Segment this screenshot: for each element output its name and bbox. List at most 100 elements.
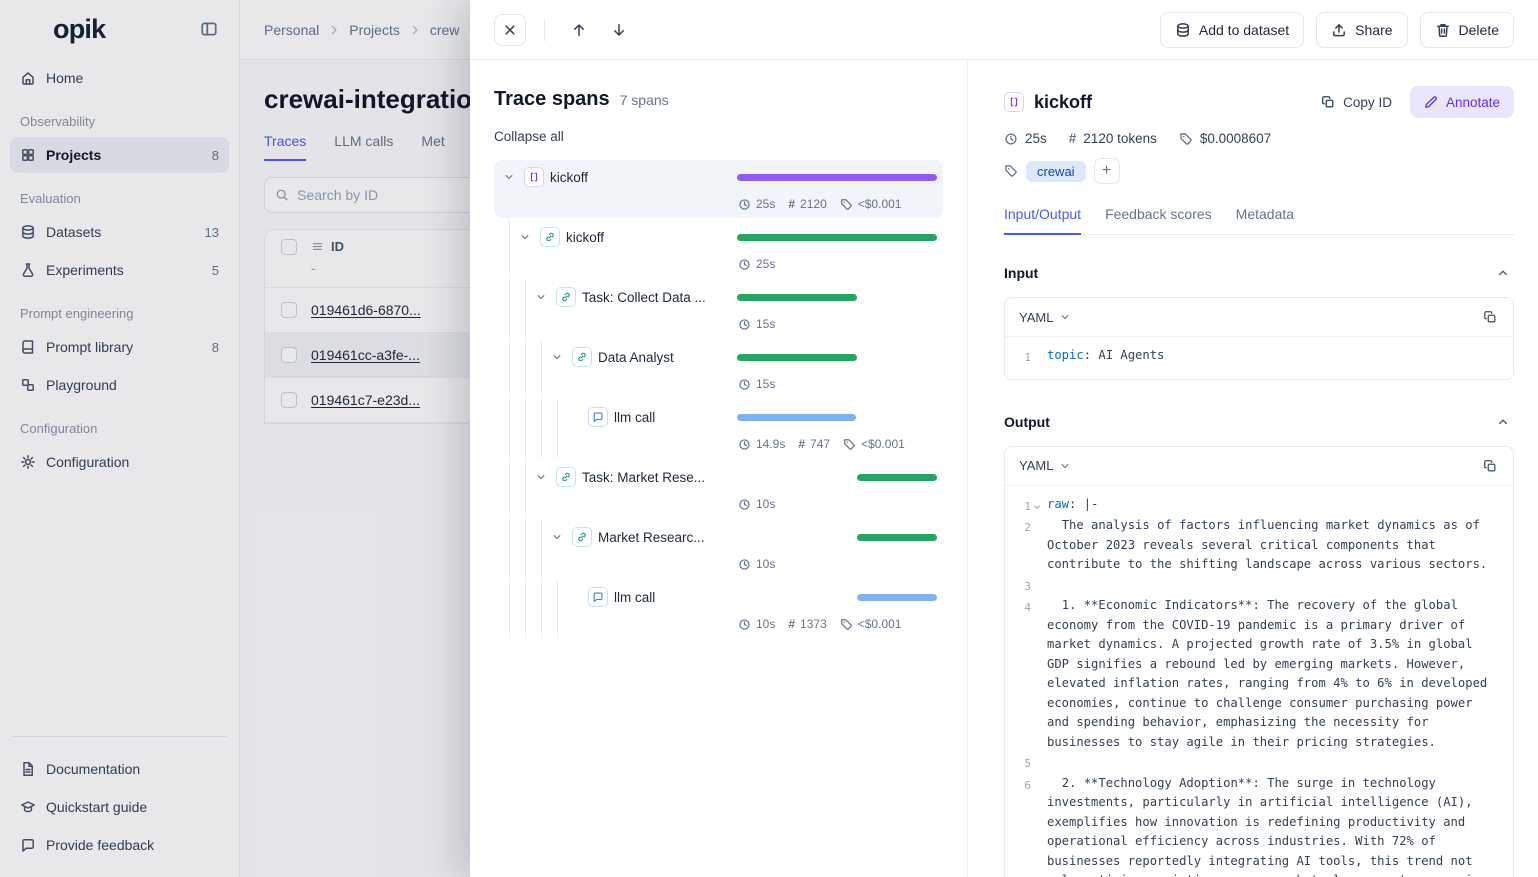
arrow-up-icon <box>571 22 587 38</box>
span-name: Market Researc... <box>598 530 731 545</box>
drawer-toolbar: Add to dataset Share Delete <box>470 0 1538 60</box>
span-timeline <box>737 354 937 361</box>
duration-bar <box>737 234 937 241</box>
code-line: 6 2. **Technology Adoption**: The surge … <box>1015 774 1499 877</box>
output-code-block: YAML 1 raw: |- <box>1004 446 1514 877</box>
span-row[interactable]: llm call 10s #1373 <$0.001 <box>494 580 943 638</box>
share-icon <box>1331 22 1347 38</box>
previous-trace-button[interactable] <box>563 14 595 46</box>
chevron-down-icon[interactable] <box>500 168 518 186</box>
format-select[interactable]: YAML <box>1019 458 1071 473</box>
price-tag-icon <box>840 198 853 211</box>
span-row[interactable]: kickoff 25s #2120 <$0.001 <box>494 160 943 218</box>
duration-bar <box>857 474 937 481</box>
chevron-up-icon[interactable] <box>1492 262 1514 284</box>
cost-stat: <$0.001 <box>843 437 905 451</box>
span-row[interactable]: Task: Market Rese... 10s <box>494 460 943 518</box>
clock-icon <box>1004 132 1018 146</box>
link-icon <box>572 347 592 367</box>
hash-icon: # <box>788 617 795 631</box>
input-code-block: YAML 1 topic: AI Agents <box>1004 297 1514 380</box>
code-line: 2 The analysis of factors influencing ma… <box>1015 516 1499 575</box>
duration-stat: 10s <box>738 617 775 631</box>
close-button[interactable] <box>494 14 526 46</box>
chevron-down-icon[interactable] <box>548 528 566 546</box>
span-row[interactable]: Data Analyst 15s <box>494 340 943 398</box>
span-name: kickoff <box>550 170 731 185</box>
code-line: 3 <box>1015 575 1499 597</box>
duration-bar <box>737 354 857 361</box>
span-timeline <box>737 594 937 601</box>
chevron-down-icon[interactable] <box>532 288 550 306</box>
price-tag-icon <box>1179 132 1193 146</box>
tokens-stat: #2120 tokens <box>1069 131 1157 146</box>
cost-stat: $0.0008607 <box>1179 131 1271 146</box>
code-line: 4 1. **Economic Indicators**: The recove… <box>1015 596 1499 752</box>
code-line: 1 topic: AI Agents <box>1015 346 1499 368</box>
chevron-up-icon[interactable] <box>1492 411 1514 433</box>
duration-stat: 10s <box>738 497 775 511</box>
duration-stat: 25s <box>738 197 775 211</box>
code-line: 5 <box>1015 752 1499 774</box>
tab-feedback-scores[interactable]: Feedback scores <box>1105 206 1212 235</box>
span-detail-panel: kickoff Copy ID Annotate 25s <box>968 60 1538 877</box>
close-icon <box>502 22 518 38</box>
span-name: Task: Collect Data ... <box>582 290 731 305</box>
tokens-stat: #2120 <box>788 197 826 211</box>
hash-icon: # <box>1069 131 1077 146</box>
clock-icon <box>738 558 751 571</box>
input-section-header[interactable]: Input <box>1004 259 1514 287</box>
copy-code-button[interactable] <box>1481 457 1499 475</box>
delete-button[interactable]: Delete <box>1420 12 1514 48</box>
copy-id-button[interactable]: Copy ID <box>1311 86 1402 118</box>
span-stats: 25s #2120 tokens $0.0008607 <box>1004 131 1514 146</box>
spans-panel-title: Trace spans <box>494 88 610 111</box>
copy-code-button[interactable] <box>1481 308 1499 326</box>
toolbar-divider <box>544 19 545 41</box>
code-line: 1 raw: |- <box>1015 495 1499 517</box>
next-trace-button[interactable] <box>603 14 635 46</box>
chevron-down-icon[interactable] <box>516 228 534 246</box>
fold-chevron-icon[interactable] <box>1032 495 1045 517</box>
add-to-dataset-button[interactable]: Add to dataset <box>1160 12 1304 48</box>
span-row[interactable]: llm call 14.9s #747 <$0.001 <box>494 400 943 458</box>
chevron-down-icon[interactable] <box>532 468 550 486</box>
clock-icon <box>738 378 751 391</box>
output-section-header[interactable]: Output <box>1004 408 1514 436</box>
span-timeline <box>737 414 937 421</box>
duration-stat: 25s <box>738 257 775 271</box>
detail-scroll-area[interactable]: Input YAML <box>1004 235 1514 877</box>
duration-stat: 15s <box>738 377 775 391</box>
tokens-stat: #747 <box>798 437 830 451</box>
duration-stat: 25s <box>1004 131 1047 146</box>
tab-input-output[interactable]: Input/Output <box>1004 206 1081 235</box>
chevron-down-icon <box>1059 460 1071 472</box>
add-tag-button[interactable]: + <box>1094 158 1120 184</box>
tab-metadata[interactable]: Metadata <box>1236 206 1294 235</box>
input-section: Input YAML <box>1004 259 1514 380</box>
arrow-down-icon <box>611 22 627 38</box>
annotate-button[interactable]: Annotate <box>1410 86 1514 118</box>
link-icon <box>572 527 592 547</box>
tag-chip-crewai[interactable]: crewai <box>1026 161 1086 182</box>
span-name: llm call <box>614 410 731 425</box>
clock-icon <box>738 258 751 271</box>
span-name: kickoff <box>566 230 731 245</box>
detail-tabs: Input/Output Feedback scores Metadata <box>1004 206 1514 235</box>
tokens-stat: #1373 <box>788 617 826 631</box>
chevron-down-icon <box>1059 311 1071 323</box>
chevron-down-icon[interactable] <box>548 348 566 366</box>
span-row[interactable]: kickoff 25s <box>494 220 943 278</box>
format-select[interactable]: YAML <box>1019 310 1071 325</box>
pencil-icon <box>1424 95 1438 109</box>
cost-stat: <$0.001 <box>840 197 902 211</box>
collapse-all-button[interactable]: Collapse all <box>494 129 564 144</box>
share-button[interactable]: Share <box>1316 12 1407 48</box>
copy-icon <box>1483 459 1497 473</box>
span-row[interactable]: Task: Collect Data ... 15s <box>494 280 943 338</box>
price-tag-icon <box>840 618 853 631</box>
copy-icon <box>1483 310 1497 324</box>
span-row[interactable]: Market Researc... 10s <box>494 520 943 578</box>
span-timeline <box>737 234 937 241</box>
link-icon <box>540 227 560 247</box>
